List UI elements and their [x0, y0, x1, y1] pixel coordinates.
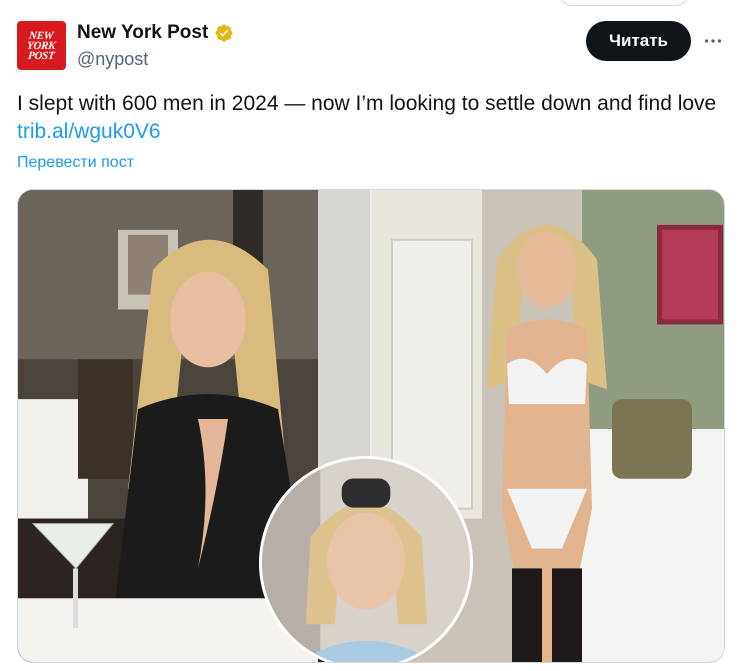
avatar-text-line-2: YORK [26, 39, 57, 52]
partial-top-button[interactable] [558, 0, 690, 6]
media-grid[interactable] [17, 189, 725, 663]
tweet-body: I slept with 600 men in 2024 — now I’m l… [17, 92, 717, 115]
avatar-text-line-1: NEW [28, 29, 55, 42]
photo-selfie-inset[interactable] [259, 456, 473, 662]
avatar-text-line-3: POST [27, 49, 56, 62]
tweet-text: I slept with 600 men in 2024 — now I’m l… [17, 90, 727, 146]
translate-post-link[interactable]: Перевести пост [17, 154, 134, 172]
more-horizontal-icon[interactable] [701, 29, 725, 53]
account-name[interactable]: New York Post [77, 22, 208, 44]
tweet-link[interactable]: trib.al/wguk0V6 [17, 120, 161, 143]
avatar[interactable]: NEW YORK POST [17, 21, 66, 70]
follow-button[interactable]: Читать [586, 21, 691, 61]
verified-badge-icon [214, 23, 234, 43]
account-handle[interactable]: @nypost [77, 49, 148, 70]
account-name-row[interactable]: New York Post [77, 22, 234, 44]
photo-selfie-graphic [262, 459, 470, 662]
